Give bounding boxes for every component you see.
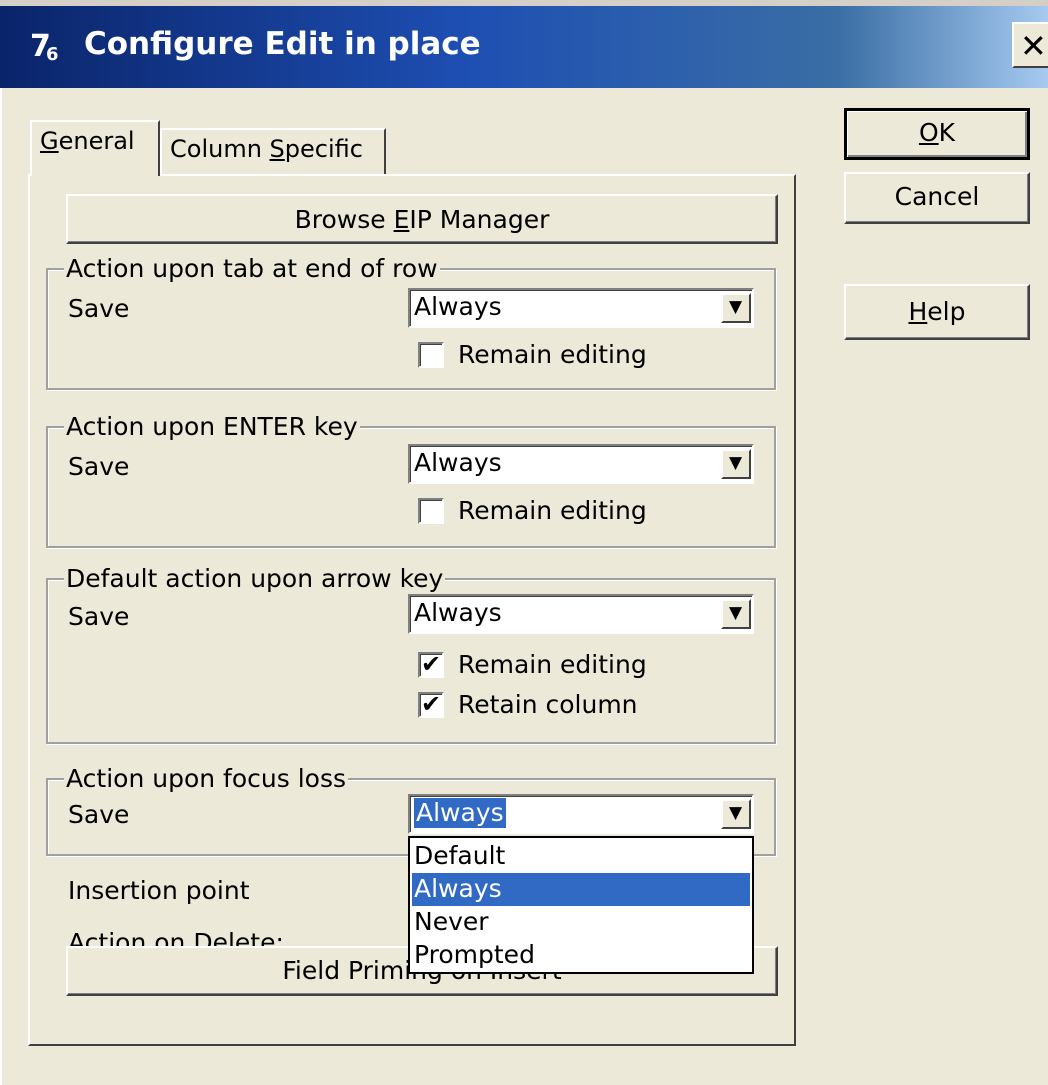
save-label: Save	[68, 800, 130, 829]
tab-general[interactable]: General	[30, 120, 160, 176]
group-title: Default action upon arrow key	[64, 564, 446, 594]
save-dropdown-list[interactable]: Default Always Never Prompted	[408, 836, 754, 974]
save-select-value: Always	[414, 798, 506, 828]
remain-editing-checkbox[interactable]: ✔	[418, 650, 444, 678]
remain-editing-label: Remain editing	[458, 650, 647, 679]
browse-eip-manager-button[interactable]: Browse EIP Manager	[66, 194, 778, 244]
save-select[interactable]: Always ▼	[408, 444, 754, 484]
help-label: elp	[927, 297, 966, 326]
browse-label: IP Manager	[409, 205, 550, 234]
save-select-value: Always	[414, 448, 502, 477]
group-tab-end-of-row	[46, 268, 776, 390]
save-select-value: Always	[414, 292, 502, 321]
dropdown-button[interactable]: ▼	[721, 599, 751, 629]
dropdown-option[interactable]: Never	[412, 906, 750, 939]
cancel-button[interactable]: Cancel	[844, 172, 1030, 224]
dropdown-option[interactable]: Default	[412, 840, 750, 873]
save-label: Save	[68, 294, 130, 323]
help-mnemonic: H	[908, 297, 928, 326]
app-icon: 7 6	[30, 29, 59, 64]
save-label: Save	[68, 452, 130, 481]
window-frame	[0, 88, 2, 1085]
browse-mnemonic: E	[393, 205, 410, 234]
dropdown-option[interactable]: Prompted	[412, 939, 750, 972]
tab-column-prefix: Column	[170, 135, 270, 163]
remain-editing-checkbox[interactable]	[418, 498, 444, 524]
group-title: Action upon ENTER key	[64, 412, 360, 442]
group-title: Action upon tab at end of row	[64, 254, 440, 284]
tab-column-mnemonic: S	[269, 135, 285, 163]
save-select[interactable]: Always ▼	[408, 594, 754, 634]
checkmark-icon: ✔	[421, 650, 442, 678]
insertion-point-label: Insertion point	[68, 876, 250, 905]
cancel-label: Cancel	[894, 182, 980, 211]
remain-editing-label: Remain editing	[458, 340, 647, 369]
chevron-down-icon: ▼	[729, 803, 743, 823]
save-select[interactable]: Always ▼	[408, 288, 754, 328]
retain-column-label: Retain column	[458, 690, 638, 719]
chevron-down-icon: ▼	[729, 297, 743, 317]
svg-text:6: 6	[46, 44, 59, 64]
dropdown-button[interactable]: ▼	[721, 293, 751, 323]
save-select-value: Always	[414, 598, 502, 627]
retain-column-checkbox[interactable]: ✔	[418, 690, 444, 718]
window-title: Configure Edit in place	[84, 26, 481, 62]
tab-column-specific[interactable]: Column Specific	[160, 128, 386, 174]
ok-mnemonic: O	[918, 118, 939, 147]
browse-prefix: Browse	[294, 205, 394, 234]
close-icon: ✕	[1020, 27, 1047, 65]
group-title: Action upon focus loss	[64, 764, 348, 794]
tab-column-label: pecific	[284, 135, 363, 163]
chevron-down-icon: ▼	[729, 603, 743, 623]
checkmark-icon: ✔	[421, 690, 442, 718]
close-button[interactable]: ✕	[1012, 22, 1048, 68]
ok-button[interactable]: OK	[844, 108, 1030, 160]
tab-general-label: eneral	[58, 127, 135, 155]
save-select[interactable]: Always ▼	[408, 794, 754, 834]
ok-label: K	[938, 118, 956, 147]
tab-general-mnemonic: G	[40, 127, 59, 155]
help-button[interactable]: Help	[844, 284, 1030, 340]
chevron-down-icon: ▼	[729, 453, 743, 473]
remain-editing-checkbox[interactable]	[418, 342, 444, 368]
remain-editing-label: Remain editing	[458, 496, 647, 525]
save-label: Save	[68, 602, 130, 631]
dropdown-button[interactable]: ▼	[721, 799, 751, 829]
dropdown-button[interactable]: ▼	[721, 449, 751, 479]
dropdown-option-selected[interactable]: Always	[412, 873, 750, 906]
